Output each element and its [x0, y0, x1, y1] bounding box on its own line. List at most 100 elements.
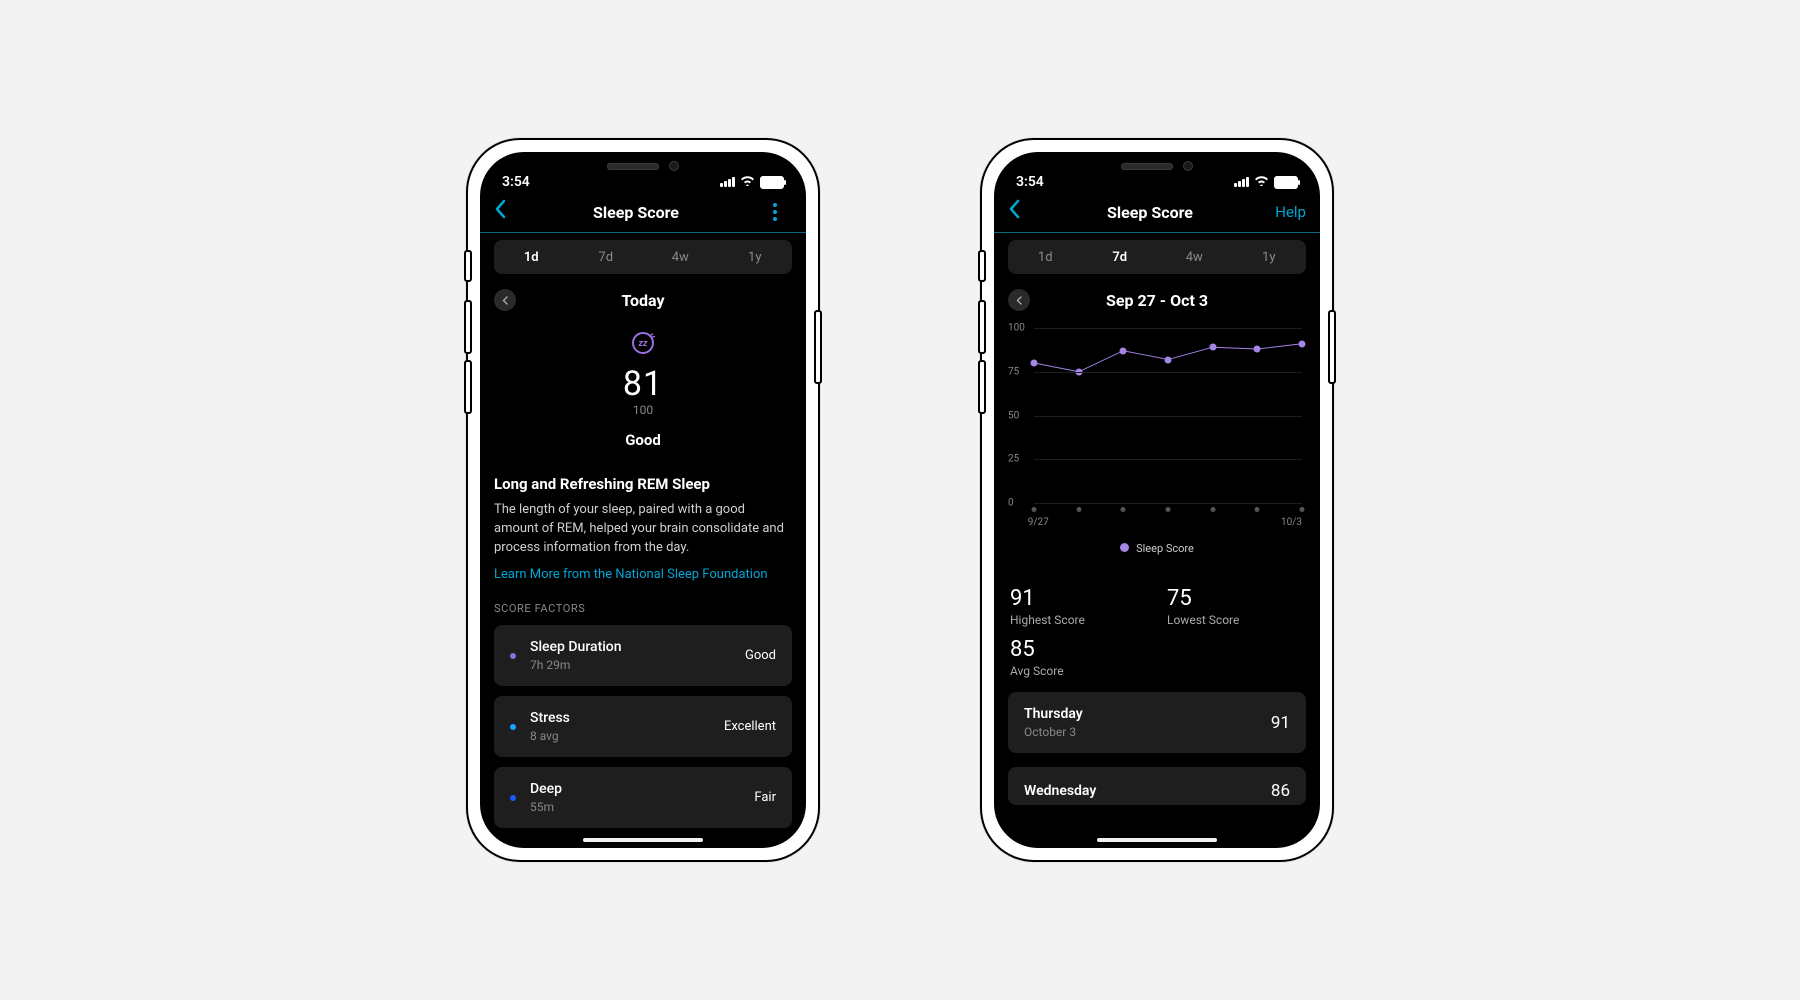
factor-title: Deep [530, 781, 740, 797]
gridline [1034, 328, 1302, 329]
y-tick: 100 [1008, 323, 1025, 334]
x-tick-dot [1166, 507, 1171, 512]
score-value: 81 [494, 366, 792, 403]
prev-period-button[interactable] [494, 289, 516, 311]
period-title: Sep 27 - Oct 3 [1030, 291, 1284, 310]
battery-icon [760, 176, 784, 189]
gridline [1034, 416, 1302, 417]
volume-up-button [464, 250, 472, 282]
period-title: Today [516, 291, 770, 310]
chart-point [1165, 356, 1172, 363]
factor-title: Stress [530, 710, 710, 726]
stat-highest: 91 Highest Score [1010, 586, 1147, 627]
stat-label: Avg Score [1010, 664, 1147, 678]
day-name: Thursday [1024, 706, 1083, 722]
time-range-tabs: 1d7d4w1y [1008, 240, 1306, 274]
tab-4w[interactable]: 4w [643, 240, 718, 274]
phone-1d: 3:54 Sleep Score 1d7d4w [466, 138, 820, 862]
tab-1d[interactable]: 1d [494, 240, 569, 274]
tab-7d[interactable]: 7d [1083, 240, 1158, 274]
status-time: 3:54 [502, 174, 530, 190]
gridline [1034, 503, 1302, 504]
more-button[interactable] [758, 203, 792, 221]
factor-subtitle: 55m [530, 800, 740, 814]
legend-label: Sleep Score [1136, 542, 1194, 555]
volume-up-button [978, 250, 986, 282]
stat-lowest: 75 Lowest Score [1167, 586, 1304, 627]
silent-switch [978, 360, 986, 414]
stat-label: Lowest Score [1167, 613, 1304, 627]
nav-bar: Sleep Score Help [994, 192, 1320, 233]
page-title: Sleep Score [1107, 203, 1193, 222]
help-button[interactable]: Help [1272, 203, 1306, 221]
x-tick-dot [1300, 507, 1305, 512]
factor-card[interactable]: Deep 55m Fair [494, 767, 792, 828]
signal-icon [720, 177, 735, 187]
day-name: Wednesday [1024, 783, 1096, 799]
tab-4w[interactable]: 4w [1157, 240, 1232, 274]
chart-point [1031, 360, 1038, 367]
day-card[interactable]: Thursday October 3 91 [1008, 692, 1306, 753]
time-range-tabs: 1d7d4w1y [494, 240, 792, 274]
prev-period-button[interactable] [1008, 289, 1030, 311]
back-button[interactable] [494, 199, 514, 225]
insight-body: The length of your sleep, paired with a … [494, 501, 792, 558]
factor-card[interactable]: Sleep Duration7h 29mGood [494, 625, 792, 686]
factor-dot-icon [510, 653, 516, 659]
day-value: 86 [1271, 781, 1290, 801]
chart-point [1209, 344, 1216, 351]
day-card[interactable]: Wednesday 86 [1008, 767, 1306, 805]
factor-title: Sleep Duration [530, 639, 731, 655]
factor-dot-icon [510, 724, 516, 730]
stat-avg: 85 Avg Score [1010, 637, 1147, 678]
wifi-icon [740, 174, 755, 190]
score-label: Good [494, 431, 792, 449]
status-time: 3:54 [1016, 174, 1044, 190]
factor-card[interactable]: Stress 8 avg Excellent [494, 696, 792, 757]
score-max: 100 [494, 403, 792, 417]
score-factors-label: SCORE FACTORS [494, 602, 792, 615]
factor-subtitle: 7h 29m [530, 658, 731, 672]
learn-more-link[interactable]: Learn More from the National Sleep Found… [494, 567, 792, 582]
svg-text:zz: zz [638, 339, 648, 349]
chart-point [1254, 346, 1261, 353]
chart-legend: Sleep Score [1008, 537, 1306, 556]
insight-headline: Long and Refreshing REM Sleep [494, 475, 792, 495]
stat-value: 85 [1010, 637, 1147, 662]
gridline [1034, 372, 1302, 373]
day-value: 91 [1271, 713, 1290, 733]
silent-switch [464, 360, 472, 414]
x-tick-dot [1255, 507, 1260, 512]
volume-down-button [464, 300, 472, 354]
tab-1y[interactable]: 1y [1232, 240, 1307, 274]
tab-1y[interactable]: 1y [718, 240, 793, 274]
y-tick: 50 [1008, 410, 1019, 421]
x-tick-dot [1032, 507, 1037, 512]
gridline [1034, 459, 1302, 460]
factor-subtitle: 8 avg [530, 729, 710, 743]
home-indicator[interactable] [583, 838, 703, 842]
back-button[interactable] [1008, 199, 1028, 225]
signal-icon [1234, 177, 1249, 187]
home-indicator[interactable] [1097, 838, 1217, 842]
notch [1072, 152, 1242, 180]
stat-value: 91 [1010, 586, 1147, 611]
stat-label: Highest Score [1010, 613, 1147, 627]
y-tick: 25 [1008, 454, 1019, 465]
y-tick: 0 [1008, 498, 1014, 509]
x-tick-dot [1076, 507, 1081, 512]
sleep-score-chart: 9/2710/3 0255075100 [1008, 328, 1306, 503]
x-label-start: 9/27 [1028, 517, 1049, 528]
x-label-end: 10/3 [1281, 517, 1302, 528]
x-tick-dot [1210, 507, 1215, 512]
y-tick: 75 [1008, 366, 1019, 377]
day-date: October 3 [1024, 725, 1083, 739]
nav-bar: Sleep Score [480, 192, 806, 233]
phone-7d: 3:54 Sleep Score Help 1d7d4w1y [980, 138, 1334, 862]
tab-7d[interactable]: 7d [569, 240, 644, 274]
battery-icon [1274, 176, 1298, 189]
factor-rating: Fair [754, 790, 776, 805]
factor-rating: Excellent [724, 719, 776, 734]
tab-1d[interactable]: 1d [1008, 240, 1083, 274]
sleep-icon: zz [494, 330, 792, 362]
